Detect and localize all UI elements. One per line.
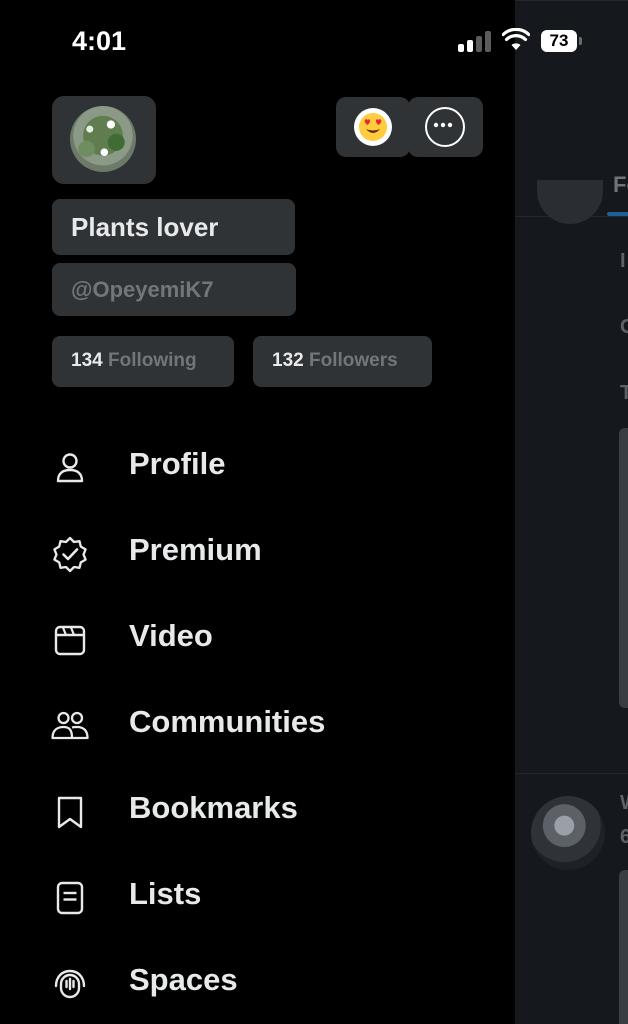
display-name[interactable]: Plants lover [52,199,295,255]
menu-label-lists: Lists [129,876,202,911]
following-count: 134 [71,350,103,371]
timeline-text-fragment: 6 [620,826,628,848]
following-label: Following [107,350,197,371]
followers-count: 132 [272,350,304,371]
timeline-tab-fragment: Fo [613,172,628,197]
timeline-text-fragment: C [620,316,628,338]
timeline-text-fragment: T [620,382,628,404]
communities-icon [51,711,89,740]
menu-item-communities[interactable]: Communities [50,694,510,754]
menu-item-bookmarks[interactable]: Bookmarks [50,780,510,840]
menu-item-lists[interactable]: Lists [50,866,510,926]
emoji-status-button[interactable] [336,97,410,157]
bookmark-icon [57,796,83,829]
followers-label: Followers [308,350,398,371]
menu-label-spaces: Spaces [129,962,238,997]
spaces-microphone-icon [54,969,86,999]
followers-count-button[interactable]: 132 Followers [253,336,432,387]
avatar [70,106,136,172]
menu-label-video: Video [129,618,213,653]
menu-item-video[interactable]: Video [50,608,510,668]
display-name-text: Plants lover [71,212,219,242]
timeline-avatar-partial [537,180,603,224]
verified-badge-icon [53,536,87,573]
heart-eyes-emoji-icon [354,108,392,146]
person-icon [56,453,84,483]
timeline-avatar [531,796,605,870]
menu-item-spaces[interactable]: Spaces [50,952,510,1012]
menu-item-premium[interactable]: Premium [50,522,510,582]
profile-avatar-button[interactable] [52,96,156,184]
menu-label-communities: Communities [129,704,326,739]
timeline-media-partial [619,870,628,1024]
more-options-button[interactable] [408,97,483,157]
list-icon [56,881,84,915]
background-timeline: Fo I C T W 6 [515,0,628,1024]
battery-tip-icon [579,37,582,45]
timeline-text-fragment: I [620,250,626,272]
user-handle[interactable]: @OpeyemiK7 [52,263,296,316]
following-count-button[interactable]: 134 Following [52,336,234,387]
timeline-media-partial [619,428,628,708]
video-clapper-icon [54,625,86,656]
user-handle-text: @OpeyemiK7 [71,277,214,302]
status-time: 4:01 [72,26,127,56]
wifi-icon [502,28,530,50]
menu-label-premium: Premium [129,532,262,567]
menu-label-bookmarks: Bookmarks [129,790,298,825]
menu-label-profile: Profile [129,446,226,481]
cellular-signal-icon [458,30,492,52]
menu-item-profile[interactable]: Profile [50,436,510,496]
timeline-text-fragment: W [620,792,628,815]
battery-indicator: 73 [541,30,577,52]
more-options-icon [425,107,465,147]
